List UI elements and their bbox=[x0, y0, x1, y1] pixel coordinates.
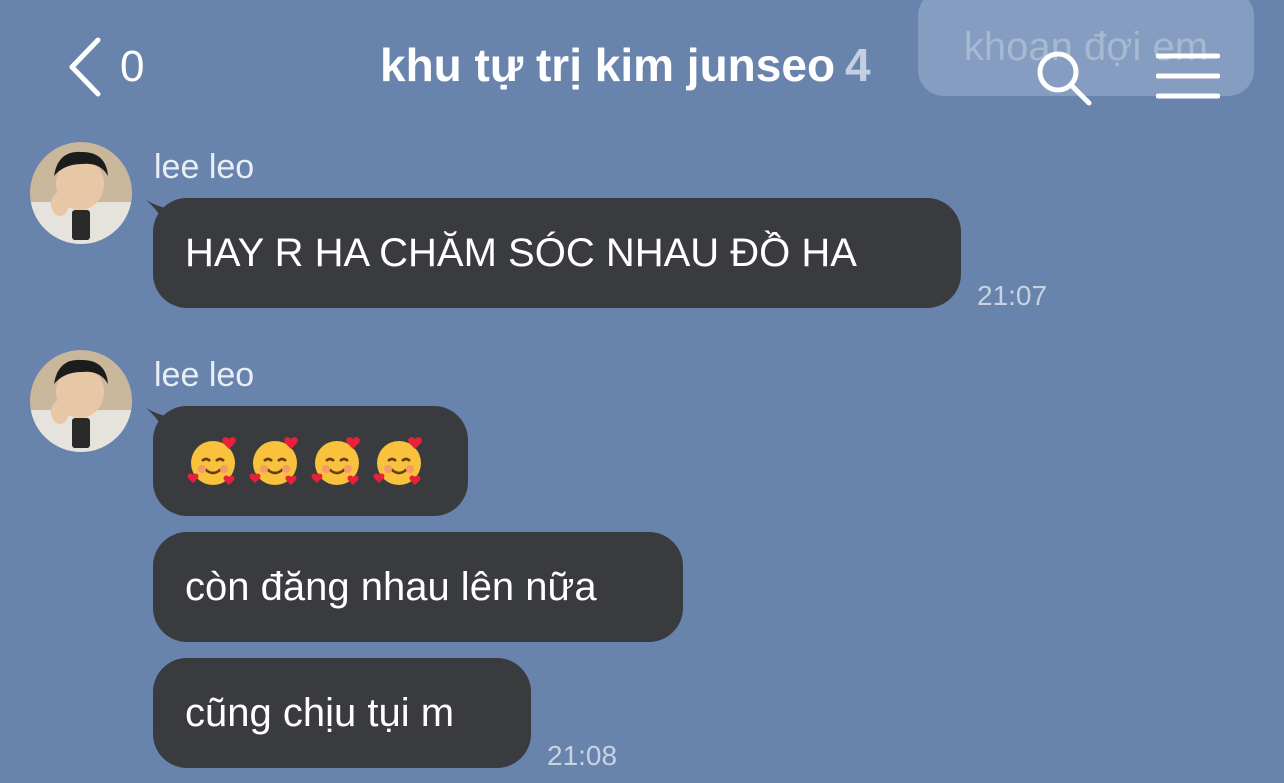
sender-name: lee leo bbox=[154, 148, 255, 186]
emoji-message-bubble[interactable] bbox=[153, 406, 468, 516]
message-text: cũng chịu tụi m bbox=[185, 690, 455, 735]
smiling-face-with-hearts-icon bbox=[187, 437, 236, 485]
emoji-row bbox=[185, 433, 427, 489]
smiling-face-with-hearts-icon bbox=[249, 437, 298, 485]
smiling-face-with-hearts-icon bbox=[311, 437, 360, 485]
avatar[interactable] bbox=[30, 350, 132, 452]
avatar-photo bbox=[30, 142, 132, 244]
chat-title-text: khu tự trị kim junseo bbox=[380, 39, 836, 91]
menu-button[interactable] bbox=[1155, 52, 1221, 100]
search-button[interactable] bbox=[1034, 48, 1096, 110]
chat-title: khu tự trị kim junseo 4 bbox=[380, 38, 871, 92]
message-bubble[interactable]: còn đăng nhau lên nữa bbox=[153, 532, 683, 642]
back-button[interactable]: 0 bbox=[66, 36, 144, 98]
message-bubble[interactable]: HAY R HA CHĂM SÓC NHAU ĐỒ HA bbox=[153, 198, 961, 308]
avatar[interactable] bbox=[30, 142, 132, 244]
unread-count: 0 bbox=[120, 42, 145, 91]
back-chevron-icon bbox=[69, 37, 101, 97]
message-time: 21:08 bbox=[547, 740, 618, 771]
message-time: 21:07 bbox=[977, 280, 1048, 311]
smiling-face-with-hearts-icon bbox=[373, 437, 422, 485]
message-text: HAY R HA CHĂM SÓC NHAU ĐỒ HA bbox=[185, 230, 857, 275]
search-icon bbox=[1037, 51, 1092, 106]
menu-icon bbox=[1155, 53, 1221, 99]
message-text: còn đăng nhau lên nữa bbox=[185, 564, 597, 609]
chat-header: 0 khu tự trị kim junseo 4 bbox=[0, 0, 1284, 130]
message-bubble[interactable]: cũng chịu tụi m bbox=[153, 658, 531, 768]
sender-name: lee leo bbox=[154, 356, 255, 394]
avatar-photo bbox=[30, 350, 132, 452]
member-count: 4 bbox=[845, 39, 871, 91]
